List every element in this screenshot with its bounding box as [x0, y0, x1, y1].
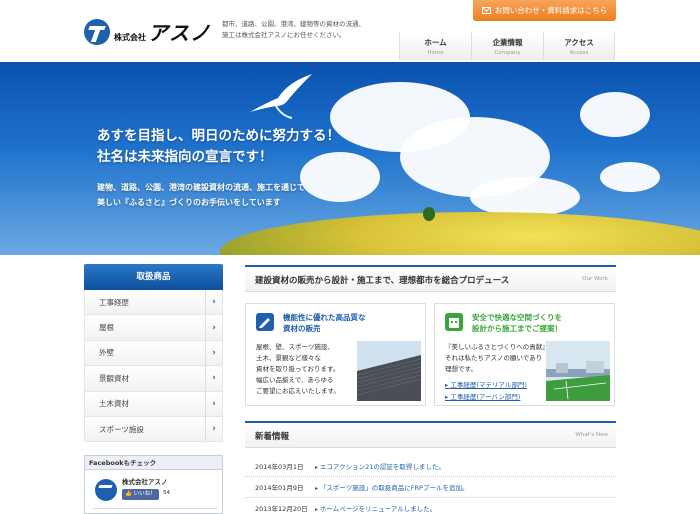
seagull-icon	[250, 74, 312, 119]
sidebar-item-exterior-wall[interactable]: 外壁 ›	[84, 340, 223, 367]
global-nav: ホーム Home 企業情報 Company アクセス Access	[399, 32, 615, 60]
our-work-en: Our Work	[582, 276, 608, 282]
contact-button[interactable]: お問い合わせ・資料請求はこちら	[473, 0, 616, 21]
sidebar-item-roof[interactable]: 屋根 ›	[84, 315, 223, 341]
facebook-page-avatar[interactable]	[95, 479, 117, 501]
chevron-right-icon: ›	[205, 340, 222, 366]
flower-field	[220, 212, 700, 255]
logo-company-prefix: 株式会社	[114, 33, 146, 42]
facebook-widget: Facebookもチェック 株式会社アスノ 👍 いいね！ 54	[84, 455, 223, 514]
facebook-widget-heading: Facebookもチェック	[85, 456, 222, 470]
header-tagline: 都市、道路、公園、港湾、建物等の資材の流通、 施工は株式会社アスノにお任せくださ…	[222, 20, 365, 39]
cloud-shape	[580, 92, 650, 137]
site-header: 株式会社 アスノ 都市、道路、公園、港湾、建物等の資材の流通、 施工は株式会社ア…	[0, 0, 700, 62]
sidebar-item-landscape-materials[interactable]: 景観資材 ›	[84, 366, 223, 392]
site-logo[interactable]: 株式会社 アスノ	[84, 17, 211, 46]
logo-company-name: アスノ	[148, 21, 211, 45]
thumbs-up-icon: 👍	[125, 491, 132, 497]
sidebar-item-construction-history[interactable]: 工事経歴 ›	[84, 290, 223, 316]
hero-subtitle: 建物、道路、公園、港湾の建設資材の流通、施工を通じて 美しい『ふるさと』づくりの…	[97, 182, 305, 207]
hero-banner: あすを目指し、明日のために努力する！ 社名は未来指向の宣言です！ 建物、道路、公…	[0, 62, 700, 255]
link-construction-history-urban[interactable]: ▸ 工事経歴(アーバン部門)	[445, 391, 520, 401]
products-menu: 工事経歴 › 屋根 › 外壁 › 景観資材 › 土木資材 › スポーツ施設 ›	[84, 290, 223, 443]
materials-card-text: 屋根、壁、スポーツ施設、 土木、景観など様々な 資材を取り扱っております。 幅広…	[256, 343, 340, 395]
cloud-shape	[600, 162, 660, 192]
facebook-like-button[interactable]: 👍 いいね！	[122, 489, 159, 500]
chevron-right-icon: ›	[205, 366, 222, 391]
sidebar-item-civil-materials[interactable]: 土木資材 ›	[84, 391, 223, 417]
news-link[interactable]: ホームページをリニューアルしました。	[315, 503, 436, 513]
news-en: What's New	[575, 432, 608, 438]
chevron-right-icon: ›	[205, 416, 222, 442]
building-icon	[445, 313, 463, 331]
cloud-shape	[470, 177, 580, 217]
design-card-title: 安全で快適な空間づくりを 設計から施工までご提案！	[472, 313, 562, 333]
news-title: 新着情報	[255, 432, 290, 442]
news-date: 2013年12月20日	[255, 505, 308, 513]
news-link[interactable]: 「スポーツ施設」の取扱商品にFRPプールを追加。	[315, 482, 469, 492]
pencil-icon	[256, 313, 274, 331]
news-link[interactable]: エコアクション21の認証を取得しました。	[315, 461, 445, 471]
logo-mark-icon	[84, 18, 110, 45]
sports-field-photo	[546, 341, 610, 401]
facebook-like-count: 54	[163, 490, 170, 496]
news-date: 2014年03月1日	[255, 463, 304, 471]
tree-shape	[423, 207, 435, 221]
hero-title: あすを目指し、明日のために努力する！ 社名は未来指向の宣言です！	[97, 128, 340, 165]
sidebar-item-sports-facilities[interactable]: スポーツ施設 ›	[84, 416, 223, 443]
news-list: 2014年03月1日 エコアクション21の認証を取得しました。 2014年01月…	[245, 456, 616, 514]
news-item: 2013年12月20日 ホームページをリニューアルしました。	[245, 498, 616, 514]
link-construction-history-material[interactable]: ▸ 工事経歴(マテリアル部門)	[445, 379, 527, 389]
news-date: 2014年01月9日	[255, 484, 304, 492]
materials-card-title: 機能性に優れた高品質な 資材の販売	[283, 313, 366, 333]
our-work-header: 建設資材の販売から設計・施工まで、理想都市を総合プロデュース Our Work	[245, 265, 616, 292]
chevron-right-icon: ›	[205, 290, 222, 315]
nav-home[interactable]: ホーム Home	[399, 32, 471, 60]
nav-company[interactable]: 企業情報 Company	[471, 32, 543, 60]
design-construction-card[interactable]: 安全で快適な空間づくりを 設計から施工までご提案！ 『美しいふるさとづくりへの貢…	[434, 303, 615, 406]
news-header: 新着情報 What's New	[245, 421, 616, 448]
news-item: 2014年01月9日 「スポーツ施設」の取扱商品にFRPプールを追加。	[245, 477, 616, 498]
chevron-right-icon: ›	[205, 315, 222, 340]
chevron-right-icon: ›	[205, 391, 222, 416]
materials-sales-card[interactable]: 機能性に優れた高品質な 資材の販売 屋根、壁、スポーツ施設、 土木、景観など様々…	[245, 303, 426, 406]
facebook-widget-divider	[93, 508, 218, 514]
nav-access[interactable]: アクセス Access	[543, 32, 615, 60]
mail-icon	[481, 7, 491, 14]
news-item: 2014年03月1日 エコアクション21の認証を取得しました。	[245, 456, 616, 477]
products-heading: 取扱商品	[84, 264, 223, 290]
facebook-page-name[interactable]: 株式会社アスノ	[122, 476, 168, 486]
our-work-title: 建設資材の販売から設計・施工まで、理想都市を総合プロデュース	[255, 276, 510, 286]
roof-building-photo	[357, 341, 421, 401]
